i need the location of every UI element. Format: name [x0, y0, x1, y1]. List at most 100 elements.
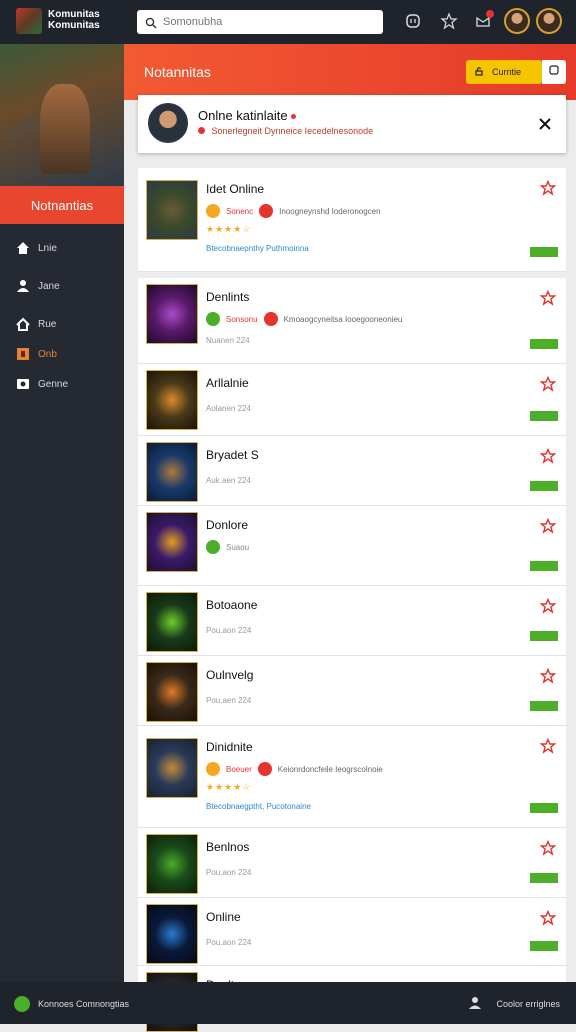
- game-thumbnail[interactable]: [146, 180, 198, 240]
- favorite-star-icon[interactable]: [539, 179, 557, 196]
- favorite-star-icon[interactable]: [539, 289, 557, 306]
- home-icon: [16, 241, 30, 255]
- community-link[interactable]: Konnoes Comnongtias: [14, 996, 129, 1012]
- check-badge-icon: [206, 312, 220, 326]
- favorite-star-icon[interactable]: [539, 909, 557, 926]
- game-title[interactable]: Oulnvelg: [206, 668, 253, 682]
- game-meta-primary: Sonsonu: [226, 314, 258, 324]
- sidebar-item-house[interactable]: Rue: [0, 310, 124, 338]
- check-badge-icon: [206, 540, 220, 554]
- game-thumbnail[interactable]: [146, 662, 198, 722]
- list-item[interactable]: Benlnos Pou.aon 224: [138, 828, 566, 898]
- favorite-star-icon[interactable]: [539, 597, 557, 614]
- notification-card[interactable]: Onlne katinlaite Sonerlegneit Dynneice I…: [138, 95, 566, 153]
- status-badge: [530, 561, 558, 571]
- sidebar-item-label: Rue: [38, 318, 57, 330]
- list-item[interactable]: Botoaone Pou.aon 224: [138, 586, 566, 656]
- star-icon[interactable]: [440, 12, 458, 30]
- game-date: Pou.aon 224: [206, 938, 252, 947]
- search-icon: [145, 16, 157, 29]
- game-date: Pou.aen 224: [206, 696, 252, 705]
- list-item[interactable]: Donlore Suaou: [138, 506, 566, 586]
- game-thumbnail[interactable]: [146, 512, 198, 572]
- connect-button[interactable]: Curntie: [466, 60, 542, 84]
- game-title[interactable]: Bryadet S: [206, 448, 259, 462]
- notice-avatar: [148, 103, 188, 143]
- rating-stars: ★★★★☆: [206, 782, 252, 792]
- sidebar-hero-image: [0, 44, 124, 186]
- game-meta: Suaou: [206, 540, 249, 554]
- sidebar-item-home[interactable]: Lnie: [0, 234, 124, 262]
- game-title[interactable]: Arllalnie: [206, 376, 249, 390]
- options-button[interactable]: [542, 60, 566, 84]
- profile-link[interactable]: Coolor erriglnes: [468, 996, 560, 1012]
- close-icon[interactable]: [536, 115, 554, 133]
- brand-line-1: Komunitas: [48, 9, 100, 20]
- game-thumbnail[interactable]: [146, 834, 198, 894]
- game-title[interactable]: Botoaone: [206, 598, 257, 612]
- game-thumbnail[interactable]: [146, 738, 198, 798]
- search-input[interactable]: [163, 16, 363, 28]
- list-item[interactable]: Arllalnie Aolanen 224: [138, 364, 566, 436]
- blocked-icon: [259, 204, 274, 218]
- list-item[interactable]: Oulnvelg Pou.aen 224: [138, 656, 566, 726]
- game-date: Auk.aen 224: [206, 476, 251, 485]
- favorite-star-icon[interactable]: [539, 667, 557, 684]
- favorite-star-icon[interactable]: [539, 447, 557, 464]
- game-meta: Boeuer Keionrdoncfeile Ieogrscolnoie: [206, 762, 383, 776]
- list-item[interactable]: Idet Online Sonenc Inoogneynshd Ioderono…: [138, 168, 566, 272]
- game-thumbnail[interactable]: [146, 592, 198, 652]
- game-thumbnail[interactable]: [146, 284, 198, 344]
- brand-name: Komunitas Komunitas: [48, 9, 100, 31]
- status-badge: [530, 803, 558, 813]
- game-title[interactable]: Online: [206, 910, 241, 924]
- sidebar-item-genne[interactable]: Genne: [0, 370, 124, 398]
- friend-avatar[interactable]: [504, 8, 530, 34]
- game-thumbnail[interactable]: [146, 442, 198, 502]
- sidebar-item-onb[interactable]: Onb: [0, 340, 124, 368]
- hero-character: [40, 84, 90, 174]
- game-meta: Sonenc Inoogneynshd Ioderonogcen: [206, 204, 381, 218]
- square-icon: [548, 63, 560, 81]
- game-date: Pou.aon 224: [206, 626, 252, 635]
- app-logo[interactable]: [16, 8, 42, 34]
- send-icon: [14, 996, 30, 1012]
- bottom-bar: Konnoes Comnongtias Coolor erriglnes: [0, 982, 576, 1024]
- house-icon: [16, 317, 30, 331]
- notification-icon[interactable]: [474, 10, 494, 30]
- game-thumbnail[interactable]: [146, 370, 198, 430]
- game-date: Nuanen 224: [206, 336, 250, 345]
- game-link[interactable]: Btecobnaepnthy Puthmoinna: [206, 244, 309, 253]
- chat-icon[interactable]: [404, 12, 422, 30]
- game-title[interactable]: Dinidnite: [206, 740, 253, 754]
- game-title[interactable]: Donlore: [206, 518, 248, 532]
- status-badge: [530, 631, 558, 641]
- game-title[interactable]: Denlints: [206, 290, 249, 304]
- status-badge: [530, 339, 558, 349]
- sidebar-item-users[interactable]: Jane: [0, 272, 124, 300]
- favorite-star-icon[interactable]: [539, 517, 557, 534]
- game-title[interactable]: Benlnos: [206, 840, 249, 854]
- game-thumbnail[interactable]: [146, 904, 198, 964]
- game-link[interactable]: Btecobnaegptht, Pucotonaine: [206, 802, 311, 811]
- lock-icon: [474, 66, 484, 78]
- camera-icon: [16, 377, 30, 391]
- favorite-star-icon[interactable]: [539, 839, 557, 856]
- list-item[interactable]: Bryadet S Auk.aen 224: [138, 436, 566, 506]
- game-title[interactable]: Idet Online: [206, 182, 264, 196]
- favorite-star-icon[interactable]: [539, 375, 557, 392]
- search-box[interactable]: [137, 10, 383, 34]
- notification-dot: [486, 10, 494, 18]
- sidebar-title[interactable]: Notnantias: [0, 186, 124, 224]
- profile-link-label: Coolor erriglnes: [496, 999, 560, 1009]
- notice-dot: [291, 114, 297, 120]
- users-icon: [16, 279, 30, 293]
- user-avatar[interactable]: [536, 8, 562, 34]
- list-item[interactable]: Denlints Sonsonu Kmoaogcyneitsa Iooegoon…: [138, 278, 566, 364]
- sidebar-item-label: Jane: [38, 280, 60, 292]
- favorite-star-icon[interactable]: [539, 737, 557, 754]
- status-badge: [530, 411, 558, 421]
- game-date: Pou.aon 224: [206, 868, 252, 877]
- list-item[interactable]: Online Pou.aon 224: [138, 898, 566, 966]
- list-item[interactable]: Dinidnite Boeuer Keionrdoncfeile Ieogrsc…: [138, 726, 566, 828]
